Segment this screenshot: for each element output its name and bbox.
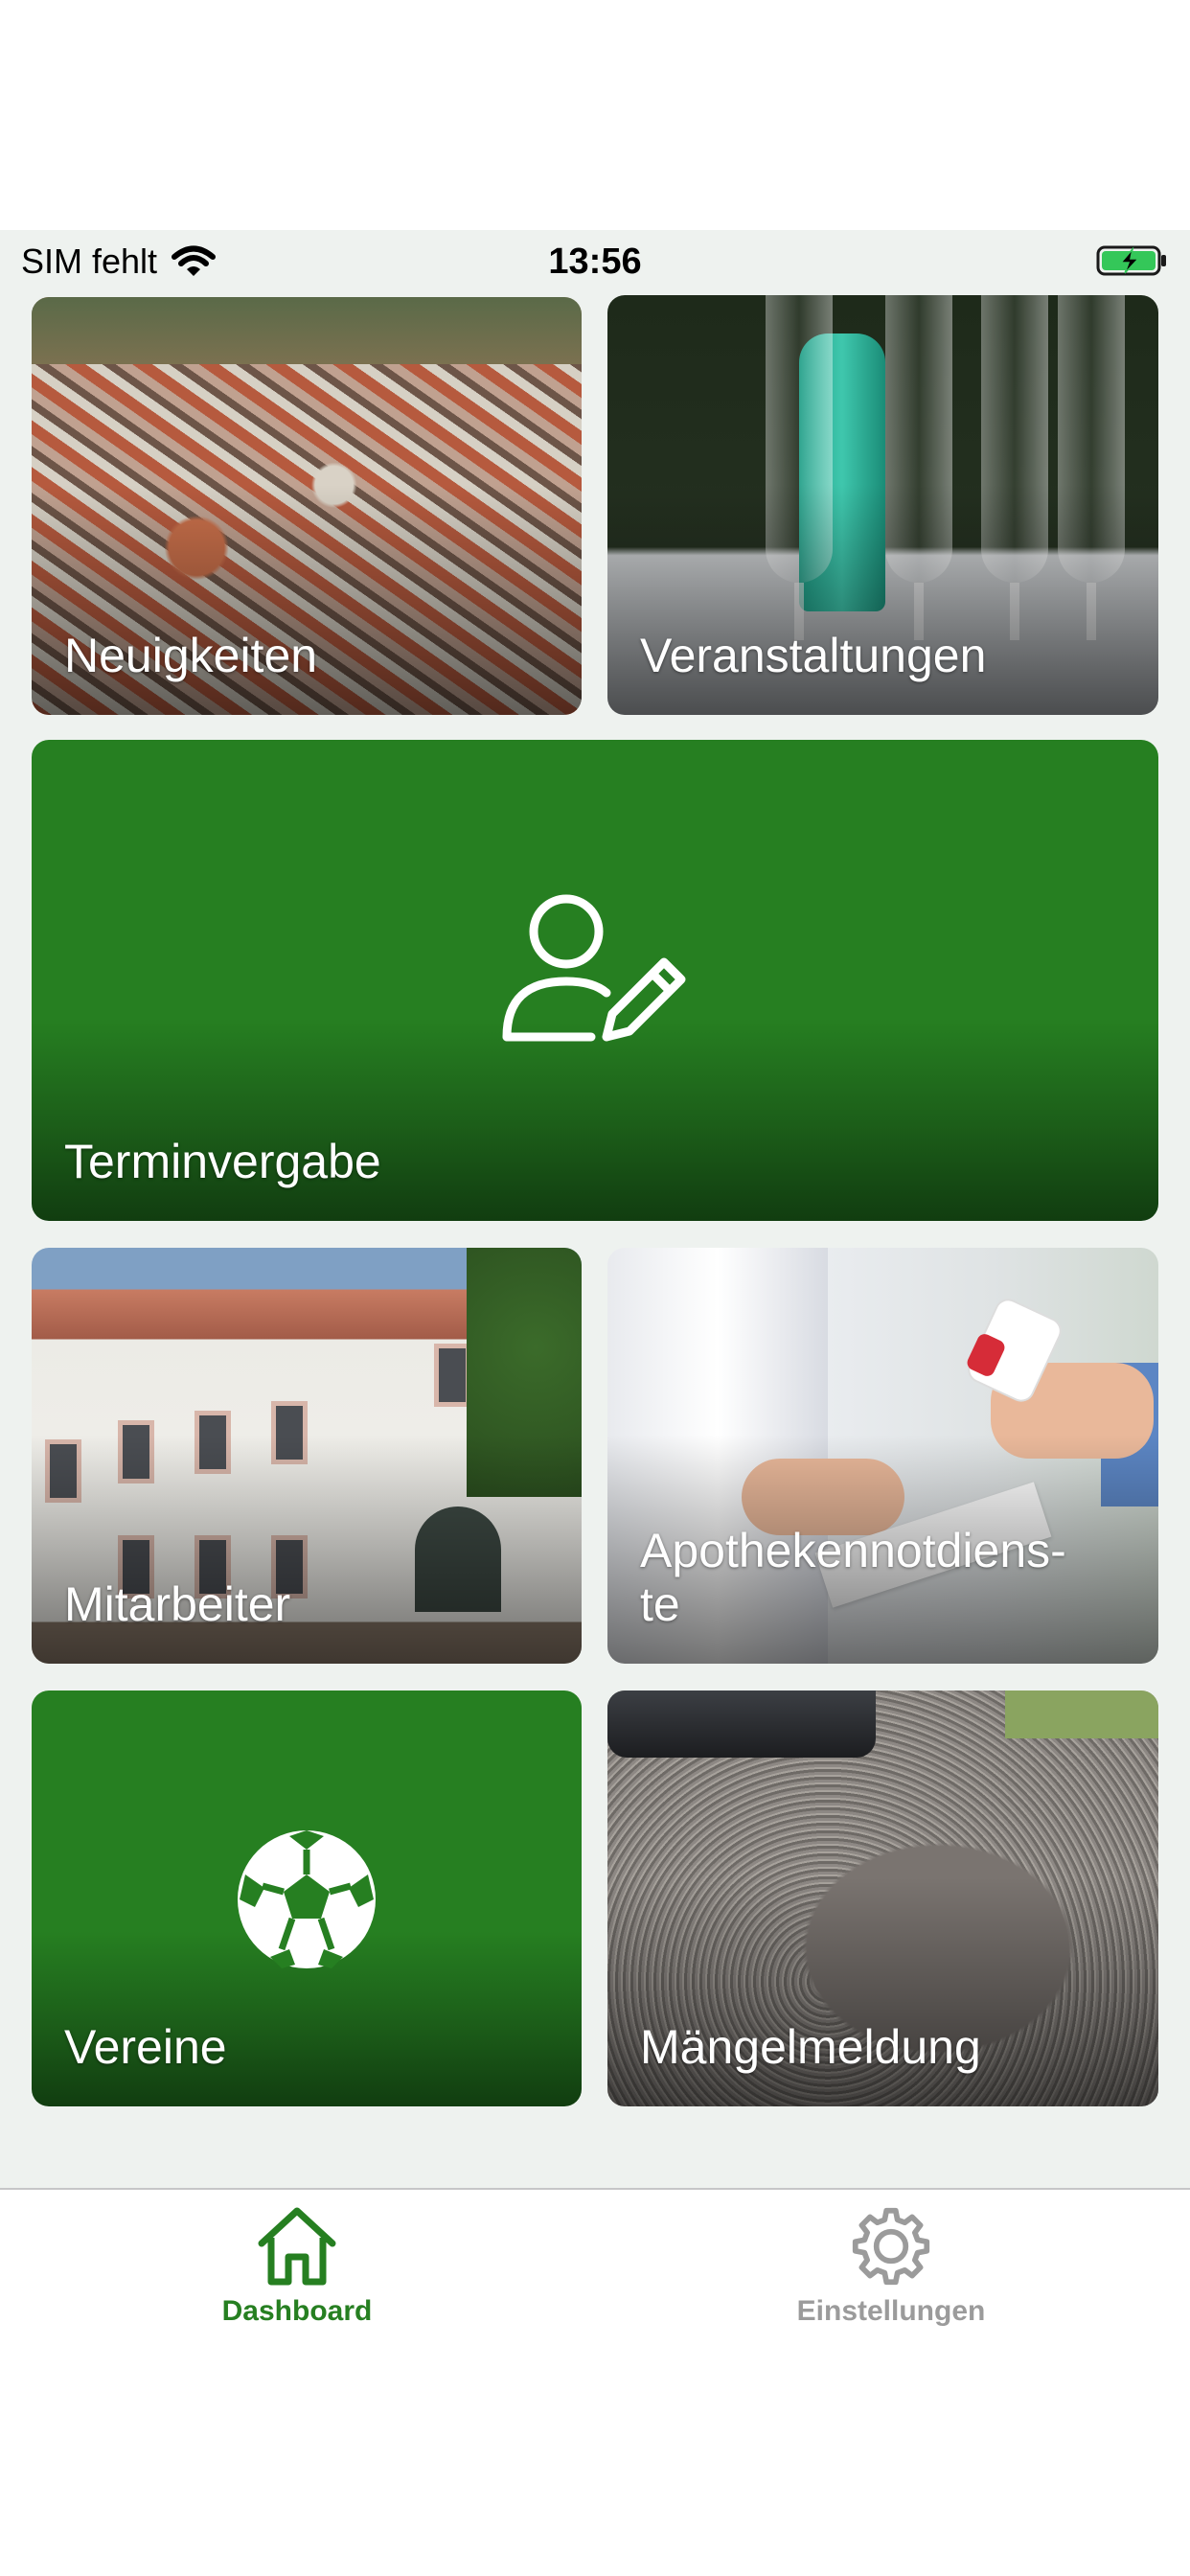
tile-label: Neuigkeiten <box>64 629 318 682</box>
tile-label: Mängelmeldung <box>640 2020 981 2074</box>
tile-label: Mitarbeiter <box>64 1577 291 1631</box>
home-icon <box>258 2207 336 2286</box>
tile-label: Veranstaltungen <box>640 629 987 682</box>
tile-vereine[interactable]: Vereine <box>32 1690 582 2106</box>
tab-bar: Dashboard Einstellungen <box>0 2188 1190 2576</box>
soccer-ball-icon <box>238 1830 376 1968</box>
tab-einstellungen[interactable]: Einstellungen <box>747 2205 1035 2328</box>
tile-label: Vereine <box>64 2020 227 2074</box>
tile-mitarbeiter[interactable]: Mitarbeiter <box>32 1248 582 1664</box>
tab-dashboard[interactable]: Dashboard <box>153 2205 441 2328</box>
tab-label: Einstellungen <box>796 2295 986 2327</box>
tile-terminvergabe[interactable]: Terminvergabe <box>32 740 1158 1221</box>
tile-veranstaltungen[interactable]: Veranstaltungen <box>607 295 1158 715</box>
user-edit-icon <box>502 894 686 1042</box>
top-blank-area <box>0 0 1190 230</box>
tile-maengelmeldung[interactable]: Mängelmeldung <box>607 1690 1158 2106</box>
tile-apothekennotdienste[interactable]: Apothekennotdiens- te <box>607 1248 1158 1664</box>
clock-text: 13:56 <box>548 242 642 282</box>
app-screen: SIM fehlt 13:56 Neuigkeiten Veranstaltun… <box>0 230 1190 2190</box>
battery-charging-icon <box>1096 245 1166 276</box>
tile-label: Terminvergabe <box>64 1135 381 1188</box>
status-bar: SIM fehlt 13:56 <box>0 230 1190 297</box>
tile-label: Apothekennotdiens- te <box>640 1524 1066 1631</box>
gear-icon <box>852 2207 930 2286</box>
tab-label: Dashboard <box>221 2295 373 2327</box>
tile-neuigkeiten[interactable]: Neuigkeiten <box>32 297 582 715</box>
